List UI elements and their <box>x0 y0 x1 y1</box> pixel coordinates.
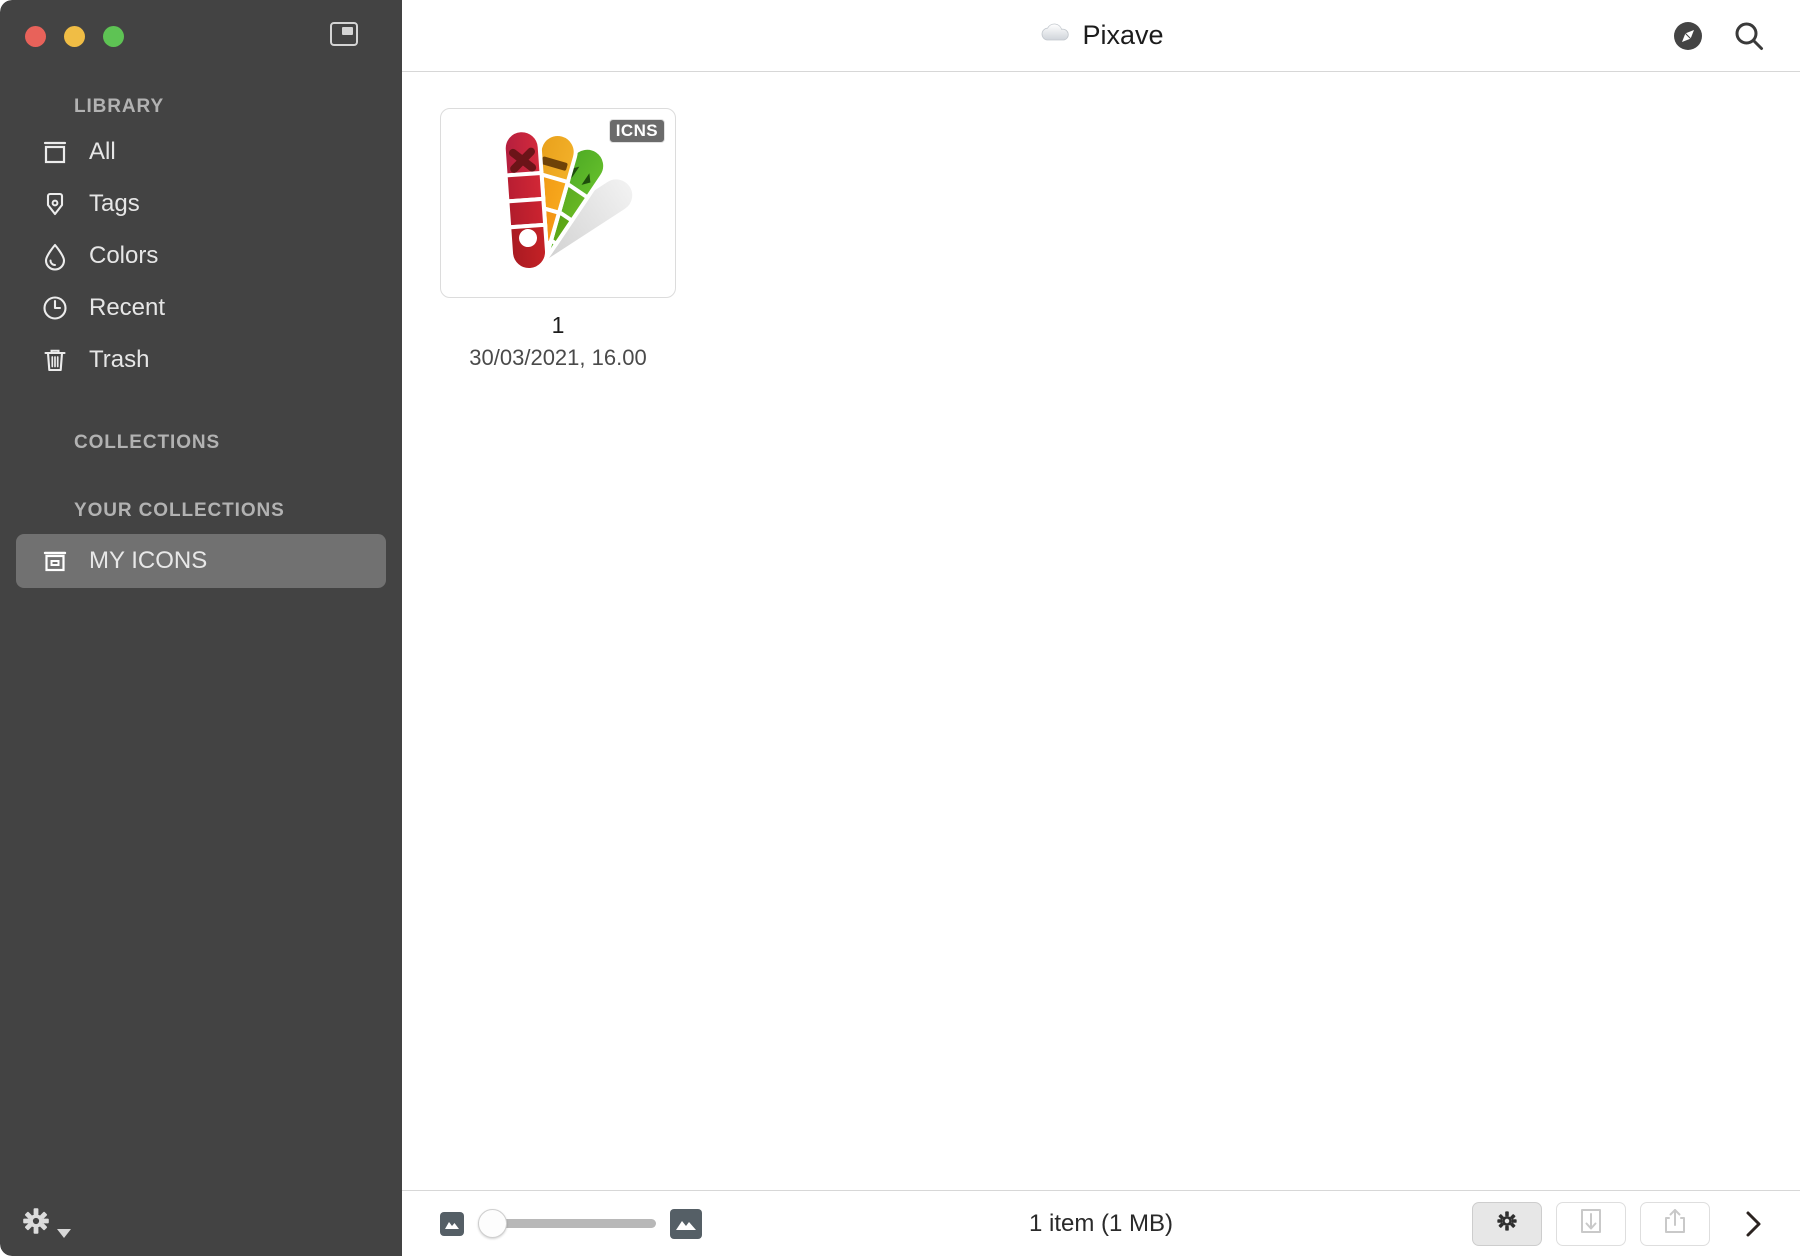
archive-box-icon <box>38 544 72 578</box>
sidebar-section-library-header: LIBRARY <box>74 96 165 117</box>
cloud-icon <box>1038 20 1072 51</box>
gear-icon <box>1493 1207 1521 1240</box>
sidebar-item-all[interactable]: All <box>0 126 402 178</box>
sidebar-item-recent[interactable]: Recent <box>0 282 402 334</box>
sidebar-item-colors[interactable]: Colors <box>0 230 402 282</box>
droplet-icon <box>38 239 72 273</box>
info-gear-button[interactable] <box>1472 1201 1542 1246</box>
content-grid-area: ICNS 1 30/03/2021, 16.00 <box>402 72 1800 1190</box>
download-icon <box>1578 1207 1604 1240</box>
share-icon <box>1662 1207 1688 1240</box>
trash-icon <box>38 343 72 377</box>
page-title: Pixave <box>1082 20 1164 50</box>
download-button[interactable] <box>1556 1201 1626 1246</box>
thumbnail-card[interactable]: ICNS <box>440 108 676 298</box>
browse-compass-icon[interactable] <box>1672 20 1704 52</box>
window-title-group: Pixave <box>402 20 1800 51</box>
grid-item-name: 1 <box>551 312 565 338</box>
minimize-window-button[interactable] <box>64 25 85 47</box>
sidebar-toggle-icon[interactable] <box>330 22 358 46</box>
grid-item[interactable]: ICNS 1 30/03/2021, 16.00 <box>440 108 676 370</box>
close-window-button[interactable] <box>25 25 46 47</box>
gear-icon <box>18 1203 54 1244</box>
tag-icon <box>38 187 72 221</box>
pixave-window: LIBRARY All Tags Colors Recent Trash COL… <box>0 0 1800 1256</box>
sidebar: LIBRARY All Tags Colors Recent Trash COL… <box>0 0 402 1256</box>
sidebar-item-tags[interactable]: Tags <box>0 178 402 230</box>
share-button[interactable] <box>1640 1201 1710 1246</box>
main-toolbar: Pixave <box>402 0 1800 72</box>
sidebar-item-trash-label: Trash <box>89 346 150 373</box>
sidebar-item-my-icons[interactable]: MY ICONS <box>0 534 402 588</box>
toolbar-actions <box>1672 19 1766 53</box>
bottom-action-buttons <box>1472 1201 1770 1246</box>
main-area: Pixave ICNS 1 30/03/2021, 16.00 1 item (… <box>402 0 1800 1256</box>
grid-item-date: 30/03/2021, 16.00 <box>469 345 647 371</box>
sidebar-titlebar <box>0 0 402 72</box>
sidebar-item-trash[interactable]: Trash <box>0 334 402 386</box>
zoom-window-button[interactable] <box>103 25 124 47</box>
bottom-toolbar: 1 item (1 MB) <box>402 1190 1800 1256</box>
sidebar-section-collections-header: COLLECTIONS <box>74 432 221 453</box>
archive-box-icon <box>38 135 72 169</box>
sidebar-item-tags-label: Tags <box>89 190 140 217</box>
file-type-badge: ICNS <box>608 119 665 143</box>
sidebar-library-list: All Tags Colors Recent Trash <box>0 126 402 386</box>
thumbnail-grid: ICNS 1 30/03/2021, 16.00 <box>440 108 1800 370</box>
search-icon[interactable] <box>1732 19 1766 53</box>
sidebar-section-your-collections-header: YOUR COLLECTIONS <box>74 500 285 521</box>
sidebar-footer <box>0 1190 402 1256</box>
chevron-right-icon[interactable] <box>1736 1207 1770 1241</box>
sidebar-item-my-icons-label: MY ICONS <box>89 547 208 574</box>
sidebar-item-recent-label: Recent <box>89 294 166 321</box>
sidebar-collections-list: MY ICONS <box>0 534 402 588</box>
clock-icon <box>38 291 72 325</box>
sidebar-item-colors-label: Colors <box>89 242 159 269</box>
settings-menu-button[interactable] <box>18 1203 71 1244</box>
window-controls <box>25 25 124 47</box>
sidebar-item-all-label: All <box>89 138 116 165</box>
color-swatch-fan-icon <box>473 126 643 281</box>
chevron-down-icon <box>57 1228 71 1238</box>
